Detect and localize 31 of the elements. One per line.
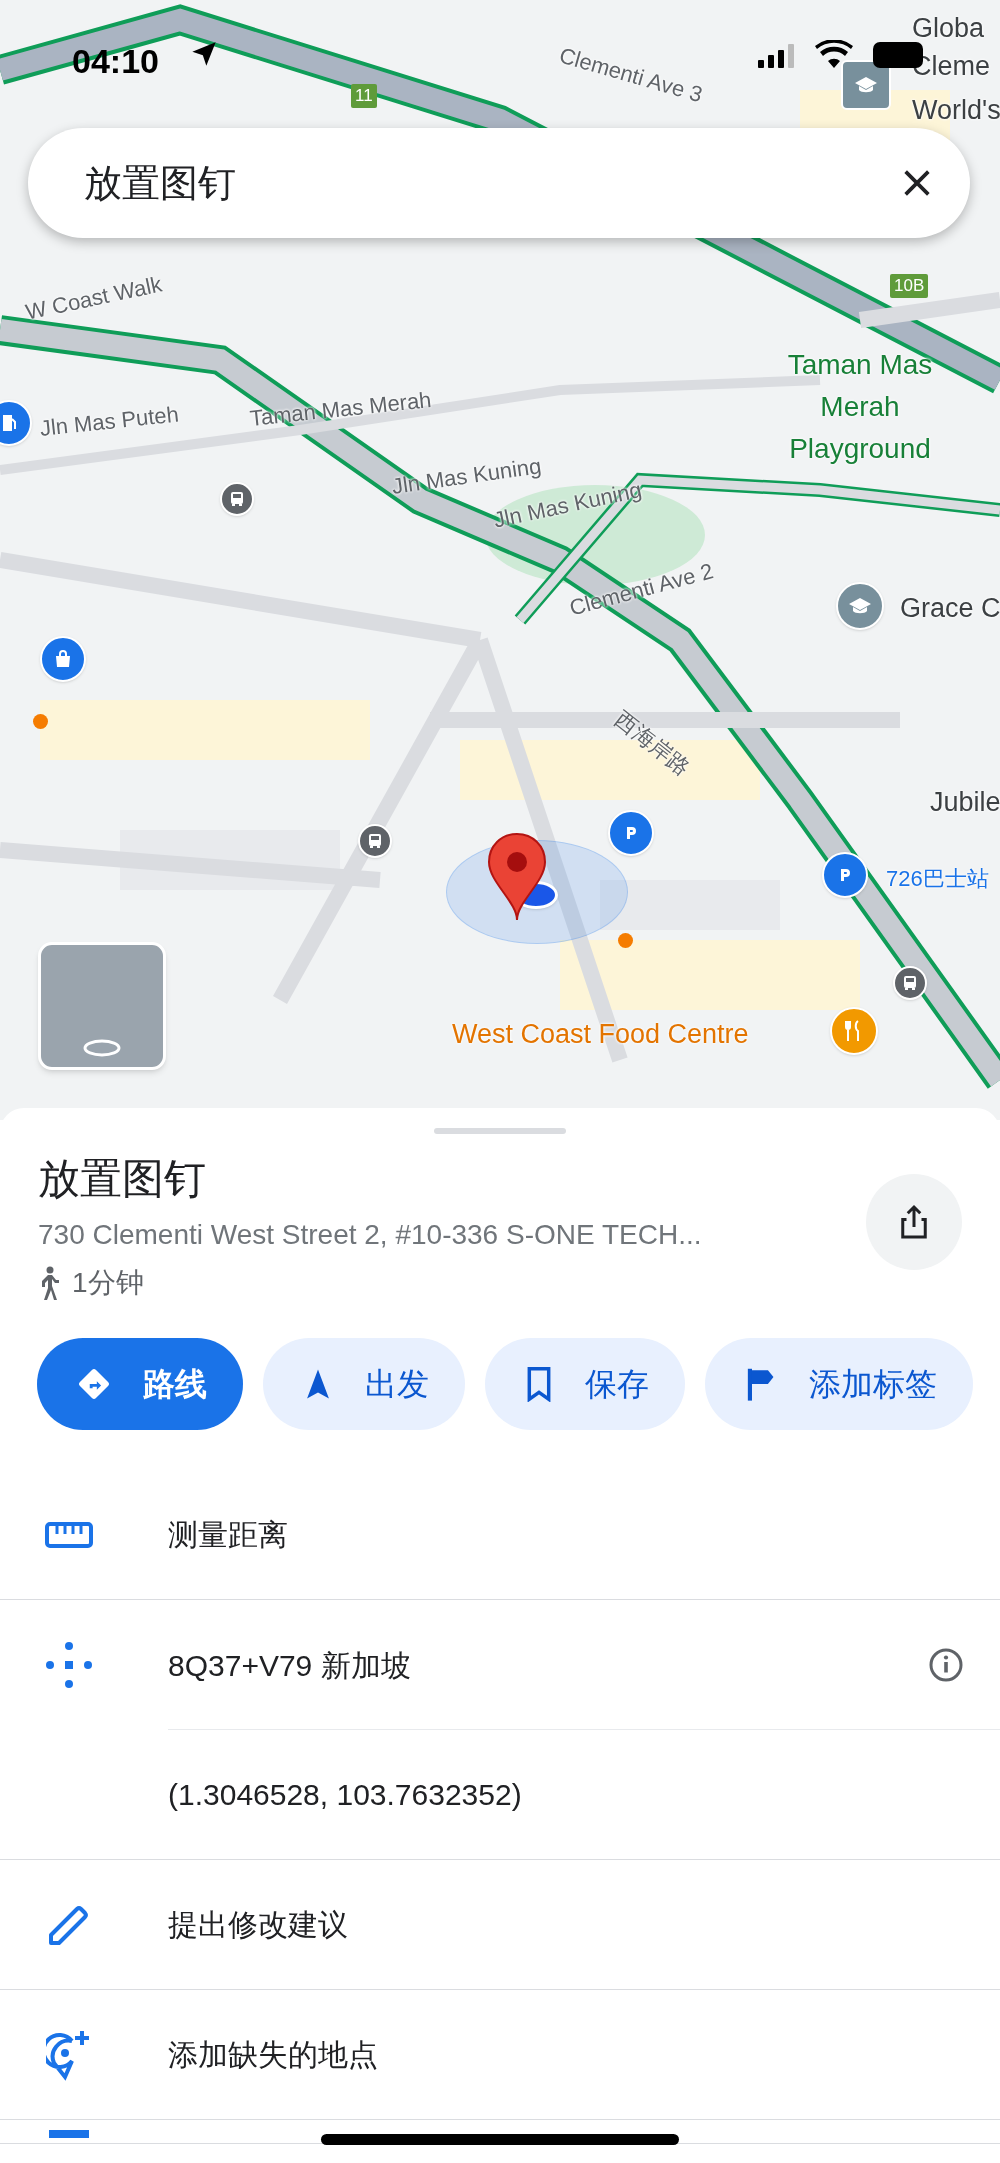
map-label: Taman Mas Merah <box>248 386 433 433</box>
list-item[interactable]: 测量距离 <box>168 1470 1000 1599</box>
map-label: West Coast Food Centre <box>452 1018 749 1051</box>
map-label: Globa <box>912 12 985 45</box>
status-time: 04:10 <box>72 41 159 82</box>
list-item[interactable]: 提出修改建议 <box>168 1860 1000 1989</box>
list-item[interactable]: 8Q37+V79 新加坡 <box>168 1600 928 1730</box>
list-item[interactable]: (1.3046528, 103.7632352) <box>168 1730 1000 1859</box>
map-label: Grace C <box>900 592 1000 625</box>
action-button[interactable]: 出发 <box>263 1338 465 1430</box>
place-title: 放置图钉 <box>38 1154 207 1204</box>
action-button[interactable]: 路线 <box>37 1338 243 1430</box>
map-label: Clementi Ave 2 <box>565 557 717 623</box>
action-button[interactable]: 添加标签 <box>705 1338 973 1430</box>
map-label: Jln Mas Puteh <box>38 400 181 443</box>
walk-time: 1分钟 <box>72 1266 144 1300</box>
map-label: Jubile <box>930 786 1000 819</box>
map-label: Jln Mas Kuning <box>389 452 544 501</box>
road-number-badge: 11 <box>351 84 377 108</box>
map-label: Taman Mas Merah Playground <box>786 348 934 466</box>
map-label: W Coast Walk <box>22 270 165 327</box>
list-item[interactable]: 添加缺失的地点 <box>168 1990 1000 2119</box>
action-button[interactable]: 保存 <box>485 1338 685 1430</box>
map-label: World's <box>912 94 1000 127</box>
search-value: 放置图钉 <box>84 160 237 206</box>
place-address: 730 Clementi West Street 2, #10-336 S-ONE TECH... <box>38 1218 703 1252</box>
map-label: 726巴士站 <box>886 865 989 893</box>
search-field[interactable]: 放置图钉 <box>28 128 970 238</box>
road-number-badge: 10B <box>890 274 929 298</box>
map-label: Clementi Ave 3 <box>555 41 707 110</box>
map-label: 西海岸路 <box>609 705 697 783</box>
